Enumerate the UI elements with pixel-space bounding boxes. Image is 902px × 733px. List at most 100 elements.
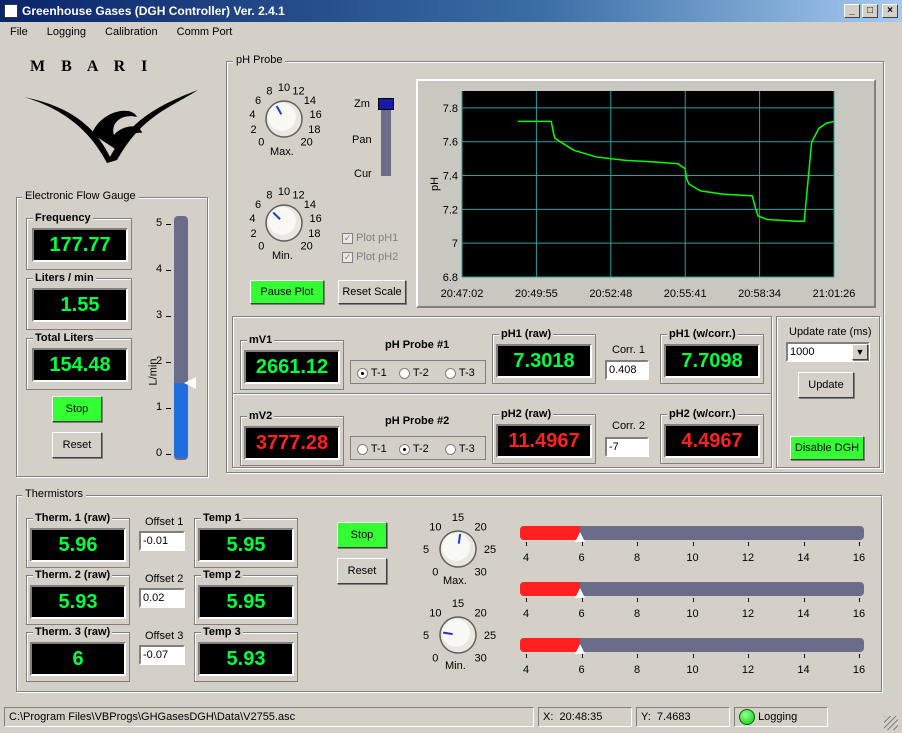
therm-offset-input[interactable]: -0.01	[139, 531, 185, 551]
status-logging: Logging	[734, 707, 828, 727]
therm-scale-tick-label: 6	[578, 608, 585, 620]
therm-scale-tick	[692, 654, 694, 658]
therm-scale-tick	[748, 654, 749, 658]
chart-y-tick-label: 7.2	[443, 204, 458, 216]
probe2-radio-t3[interactable]: T-3	[445, 443, 475, 455]
knob-pointer	[457, 534, 462, 544]
resize-grip[interactable]	[884, 716, 898, 730]
corr2-label: Corr. 2	[612, 420, 646, 432]
therm-scale-pointer[interactable]	[575, 532, 586, 542]
knob-tick-label: 0	[432, 653, 438, 665]
corr1-input[interactable]: 0.408	[605, 360, 649, 380]
therm-scale-tick	[637, 598, 638, 602]
lpm-display: 1.55	[32, 288, 128, 322]
maximize-button[interactable]: □	[862, 4, 878, 18]
mv2-label: mV2	[247, 410, 275, 422]
status-x: X: 20:48:35	[538, 707, 632, 727]
app-icon	[4, 4, 18, 18]
plot-ph2-label: Plot pH2	[356, 251, 399, 263]
therm-scale-tick	[581, 542, 583, 546]
therm-scale-tick-label: 4	[522, 664, 530, 676]
update-rate-dropdown-arrow-icon[interactable]: ▼	[852, 344, 868, 360]
reset-scale-button[interactable]: Reset Scale	[338, 280, 406, 304]
update-rate-value: 1000	[790, 346, 815, 358]
plot-ph1-checkbox[interactable]: ✓ Plot pH1	[342, 232, 398, 244]
therm-offset-label: Offset 2	[145, 573, 184, 585]
update-button[interactable]: Update	[798, 372, 854, 398]
therm-stop-button[interactable]: Stop	[337, 522, 387, 548]
therm-scale-tick	[859, 598, 860, 602]
flow-tick-label: 0	[156, 447, 163, 459]
probe1-radio-t1[interactable]: T-1	[357, 367, 387, 379]
ph-chart[interactable]: 20:47:02 20:49:55 20:52:48 20:55:41 20:58:34…	[416, 79, 876, 308]
therm-raw-label: Therm. 2 (raw)	[33, 569, 113, 581]
zoom-slider-thumb[interactable]	[378, 98, 394, 110]
menu-bar: File Logging Calibration Comm Port	[0, 22, 902, 42]
therm-scale-tick	[526, 542, 527, 546]
probe1-radio-t1-label: T-1	[370, 367, 387, 379]
zoom-label: Zm	[354, 98, 370, 110]
ph1-raw-display: 7.3018	[496, 344, 592, 378]
therm-scale-pointer[interactable]	[575, 588, 586, 598]
knob-tick-label: 10	[278, 82, 290, 94]
logging-label: Logging	[758, 711, 798, 723]
chart-x-tick-label: 20:58:34	[738, 288, 781, 300]
flow-axis-title: L/min	[147, 358, 160, 386]
window-title: Greenhouse Gases (DGH Controller) Ver. 2…	[0, 0, 902, 22]
close-button[interactable]: ×	[882, 4, 898, 18]
therm-scale-tick	[803, 654, 805, 658]
corr2-input[interactable]: -7	[605, 437, 649, 457]
status-file-path: C:\Program Files\VBProgs\GHGasesDGH\Data…	[4, 707, 534, 727]
frequency-label: Frequency	[33, 212, 93, 224]
knob-tick-label: 4	[249, 109, 255, 121]
therm-scale-tick-label: 14	[797, 608, 810, 620]
therm-temp-display: 5.95	[198, 585, 294, 619]
probe2-radio-t2[interactable]: T-2	[399, 443, 429, 455]
flow-stop-button[interactable]: Stop	[52, 396, 102, 422]
thermistors-title: Thermistors	[22, 488, 87, 500]
flow-tick-label: 3	[156, 309, 163, 321]
therm-scale-tick	[526, 598, 527, 602]
therm-temp-label: Temp 3	[201, 626, 243, 638]
knob-tick-label: 15	[452, 598, 464, 610]
therm-temp-label: Temp 1	[201, 512, 243, 524]
menu-file[interactable]: File	[10, 26, 28, 38]
therm-scale-pointer[interactable]	[574, 644, 585, 654]
flow-axis-label-wrap: L/min	[147, 352, 168, 392]
probe1-radio-t2[interactable]: T-2	[399, 367, 429, 379]
flow-reset-button[interactable]: Reset	[52, 432, 102, 458]
status-x-label: X:	[543, 711, 554, 723]
flow-tick	[166, 270, 171, 271]
knob-tick-label: 0	[258, 241, 264, 253]
therm-scale-tick	[748, 542, 749, 546]
minimize-button[interactable]: _	[844, 4, 860, 18]
flow-tick-label: 4	[156, 263, 163, 275]
therm-scale-tick-label: 16	[852, 552, 866, 564]
knob-tick-label: 8	[266, 189, 272, 201]
therm-scale-tick	[581, 654, 583, 658]
knob-tick-label: 0	[432, 567, 438, 579]
therm-offset-input[interactable]: 0.02	[139, 588, 185, 608]
knob-highlight	[268, 207, 296, 235]
therm-scale-tick-label: 4	[522, 608, 530, 620]
plot-ph2-checkbox[interactable]: ✓ Plot pH2	[342, 251, 398, 263]
therm-scale-tick-label: 12	[741, 608, 755, 620]
zoom-slider-track[interactable]	[381, 100, 391, 176]
probe1-radio-t3[interactable]: T-3	[445, 367, 475, 379]
ph-max-label: Max.	[270, 146, 294, 158]
therm-scale-tick	[859, 654, 860, 658]
therm-offset-input[interactable]: -0.07	[139, 645, 185, 665]
probe2-radio-t1[interactable]: T-1	[357, 443, 387, 455]
therm-scale-tick	[748, 598, 749, 602]
menu-calibration[interactable]: Calibration	[105, 26, 158, 38]
therm-scale-tick-label: 8	[633, 608, 641, 620]
pause-plot-button[interactable]: Pause Plot	[250, 280, 324, 304]
probe2-title: pH Probe #2	[385, 415, 450, 427]
disable-dgh-button[interactable]: Disable DGH	[790, 436, 864, 460]
menu-logging[interactable]: Logging	[47, 26, 86, 38]
chart-plot-area[interactable]	[462, 91, 834, 277]
knob-tick-label: 14	[304, 95, 316, 107]
therm-reset-button[interactable]: Reset	[337, 558, 387, 584]
menu-comm-port[interactable]: Comm Port	[177, 26, 233, 38]
therm-scale-tick-label: 12	[741, 552, 755, 564]
